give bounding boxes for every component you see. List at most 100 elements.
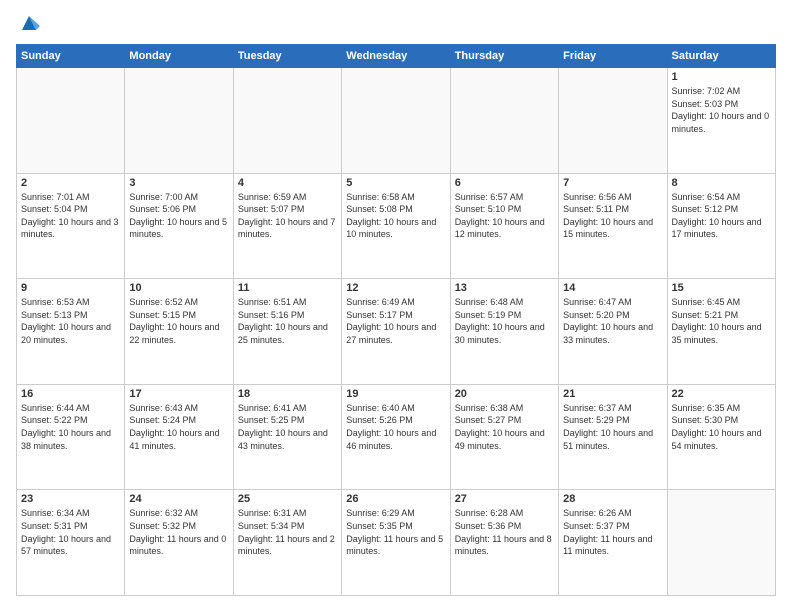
calendar-cell: 11 Sunrise: 6:51 AM Sunset: 5:16 PM Dayli… [233,279,341,385]
weekday-header-saturday: Saturday [667,45,775,68]
day-info: Sunrise: 6:28 AM Sunset: 5:36 PM Dayligh… [455,507,554,557]
calendar-cell: 18 Sunrise: 6:41 AM Sunset: 5:25 PM Dayli… [233,384,341,490]
day-number: 4 [238,177,337,189]
calendar-cell: 14 Sunrise: 6:47 AM Sunset: 5:20 PM Dayli… [559,279,667,385]
calendar-cell: 17 Sunrise: 6:43 AM Sunset: 5:24 PM Dayli… [125,384,233,490]
calendar-cell [17,68,125,174]
day-info: Sunrise: 6:49 AM Sunset: 5:17 PM Dayligh… [346,296,445,346]
day-number: 25 [238,493,337,505]
day-number: 17 [129,388,228,400]
day-number: 12 [346,282,445,294]
day-number: 19 [346,388,445,400]
calendar-cell: 1Sunrise: 7:02 AM Sunset: 5:03 PM Daylig… [667,68,775,174]
calendar-cell: 28 Sunrise: 6:26 AM Sunset: 5:37 PM Dayli… [559,490,667,596]
calendar-week-3: 9 Sunrise: 6:53 AM Sunset: 5:13 PM Daylig… [17,279,776,385]
calendar-cell: 25 Sunrise: 6:31 AM Sunset: 5:34 PM Dayli… [233,490,341,596]
day-info: Sunrise: 6:56 AM Sunset: 5:11 PM Dayligh… [563,191,662,241]
calendar-cell: 24 Sunrise: 6:32 AM Sunset: 5:32 PM Dayli… [125,490,233,596]
day-number: 10 [129,282,228,294]
day-number: 8 [672,177,771,189]
day-info: Sunrise: 6:51 AM Sunset: 5:16 PM Dayligh… [238,296,337,346]
day-info: Sunrise: 6:41 AM Sunset: 5:25 PM Dayligh… [238,402,337,452]
calendar-cell: 4 Sunrise: 6:59 AM Sunset: 5:07 PM Daylig… [233,173,341,279]
day-info: Sunrise: 6:57 AM Sunset: 5:10 PM Dayligh… [455,191,554,241]
day-number: 27 [455,493,554,505]
day-number: 16 [21,388,120,400]
day-number: 11 [238,282,337,294]
day-info: Sunrise: 6:48 AM Sunset: 5:19 PM Dayligh… [455,296,554,346]
day-number: 24 [129,493,228,505]
header [16,16,776,34]
day-number: 7 [563,177,662,189]
day-info: Sunrise: 6:58 AM Sunset: 5:08 PM Dayligh… [346,191,445,241]
calendar-week-4: 16Sunrise: 6:44 AM Sunset: 5:22 PM Dayli… [17,384,776,490]
calendar-cell: 8 Sunrise: 6:54 AM Sunset: 5:12 PM Daylig… [667,173,775,279]
weekday-header-monday: Monday [125,45,233,68]
day-info: Sunrise: 6:31 AM Sunset: 5:34 PM Dayligh… [238,507,337,557]
calendar-cell: 21 Sunrise: 6:37 AM Sunset: 5:29 PM Dayli… [559,384,667,490]
calendar-cell: 5 Sunrise: 6:58 AM Sunset: 5:08 PM Daylig… [342,173,450,279]
calendar-cell: 10 Sunrise: 6:52 AM Sunset: 5:15 PM Dayli… [125,279,233,385]
day-number: 2 [21,177,120,189]
day-info: Sunrise: 6:54 AM Sunset: 5:12 PM Dayligh… [672,191,771,241]
logo [16,16,40,34]
calendar-cell [667,490,775,596]
weekday-header-wednesday: Wednesday [342,45,450,68]
day-number: 1 [672,71,771,83]
logo-icon [18,12,40,34]
day-info: Sunrise: 7:00 AM Sunset: 5:06 PM Dayligh… [129,191,228,241]
day-info: Sunrise: 6:53 AM Sunset: 5:13 PM Dayligh… [21,296,120,346]
day-number: 3 [129,177,228,189]
page: SundayMondayTuesdayWednesdayThursdayFrid… [0,0,792,612]
day-info: Sunrise: 6:29 AM Sunset: 5:35 PM Dayligh… [346,507,445,557]
calendar-cell: 13 Sunrise: 6:48 AM Sunset: 5:19 PM Dayli… [450,279,558,385]
day-info: Sunrise: 7:01 AM Sunset: 5:04 PM Dayligh… [21,191,120,241]
day-info: Sunrise: 6:32 AM Sunset: 5:32 PM Dayligh… [129,507,228,557]
calendar-cell: 16Sunrise: 6:44 AM Sunset: 5:22 PM Dayli… [17,384,125,490]
day-number: 26 [346,493,445,505]
day-number: 21 [563,388,662,400]
calendar-cell: 22 Sunrise: 6:35 AM Sunset: 5:30 PM Dayli… [667,384,775,490]
day-info: Sunrise: 6:26 AM Sunset: 5:37 PM Dayligh… [563,507,662,557]
day-info: Sunrise: 6:38 AM Sunset: 5:27 PM Dayligh… [455,402,554,452]
day-info: Sunrise: 6:40 AM Sunset: 5:26 PM Dayligh… [346,402,445,452]
day-info: Sunrise: 6:43 AM Sunset: 5:24 PM Dayligh… [129,402,228,452]
calendar-week-1: 1Sunrise: 7:02 AM Sunset: 5:03 PM Daylig… [17,68,776,174]
day-info: Sunrise: 6:59 AM Sunset: 5:07 PM Dayligh… [238,191,337,241]
calendar-cell [559,68,667,174]
day-number: 20 [455,388,554,400]
weekday-header-thursday: Thursday [450,45,558,68]
calendar-cell: 19 Sunrise: 6:40 AM Sunset: 5:26 PM Dayli… [342,384,450,490]
calendar-cell: 2 Sunrise: 7:01 AM Sunset: 5:04 PM Daylig… [17,173,125,279]
calendar-cell: 3 Sunrise: 7:00 AM Sunset: 5:06 PM Daylig… [125,173,233,279]
calendar-table: SundayMondayTuesdayWednesdayThursdayFrid… [16,44,776,596]
calendar-cell [233,68,341,174]
day-info: Sunrise: 6:52 AM Sunset: 5:15 PM Dayligh… [129,296,228,346]
calendar-cell: 7 Sunrise: 6:56 AM Sunset: 5:11 PM Daylig… [559,173,667,279]
calendar-cell: 27 Sunrise: 6:28 AM Sunset: 5:36 PM Dayli… [450,490,558,596]
weekday-header-tuesday: Tuesday [233,45,341,68]
calendar-cell: 9 Sunrise: 6:53 AM Sunset: 5:13 PM Daylig… [17,279,125,385]
day-number: 18 [238,388,337,400]
calendar-cell: 26 Sunrise: 6:29 AM Sunset: 5:35 PM Dayli… [342,490,450,596]
day-number: 23 [21,493,120,505]
weekday-header-friday: Friday [559,45,667,68]
calendar-cell: 6Sunrise: 6:57 AM Sunset: 5:10 PM Daylig… [450,173,558,279]
day-number: 22 [672,388,771,400]
calendar-cell [450,68,558,174]
day-number: 28 [563,493,662,505]
calendar-cell [342,68,450,174]
calendar-header-row: SundayMondayTuesdayWednesdayThursdayFrid… [17,45,776,68]
day-info: Sunrise: 6:47 AM Sunset: 5:20 PM Dayligh… [563,296,662,346]
day-number: 14 [563,282,662,294]
day-info: Sunrise: 6:35 AM Sunset: 5:30 PM Dayligh… [672,402,771,452]
day-info: Sunrise: 6:37 AM Sunset: 5:29 PM Dayligh… [563,402,662,452]
day-number: 13 [455,282,554,294]
calendar-cell: 23 Sunrise: 6:34 AM Sunset: 5:31 PM Dayli… [17,490,125,596]
calendar-cell: 15Sunrise: 6:45 AM Sunset: 5:21 PM Dayli… [667,279,775,385]
day-info: Sunrise: 6:34 AM Sunset: 5:31 PM Dayligh… [21,507,120,557]
calendar-cell: 12 Sunrise: 6:49 AM Sunset: 5:17 PM Dayli… [342,279,450,385]
day-number: 9 [21,282,120,294]
calendar-week-5: 23 Sunrise: 6:34 AM Sunset: 5:31 PM Dayli… [17,490,776,596]
day-number: 5 [346,177,445,189]
